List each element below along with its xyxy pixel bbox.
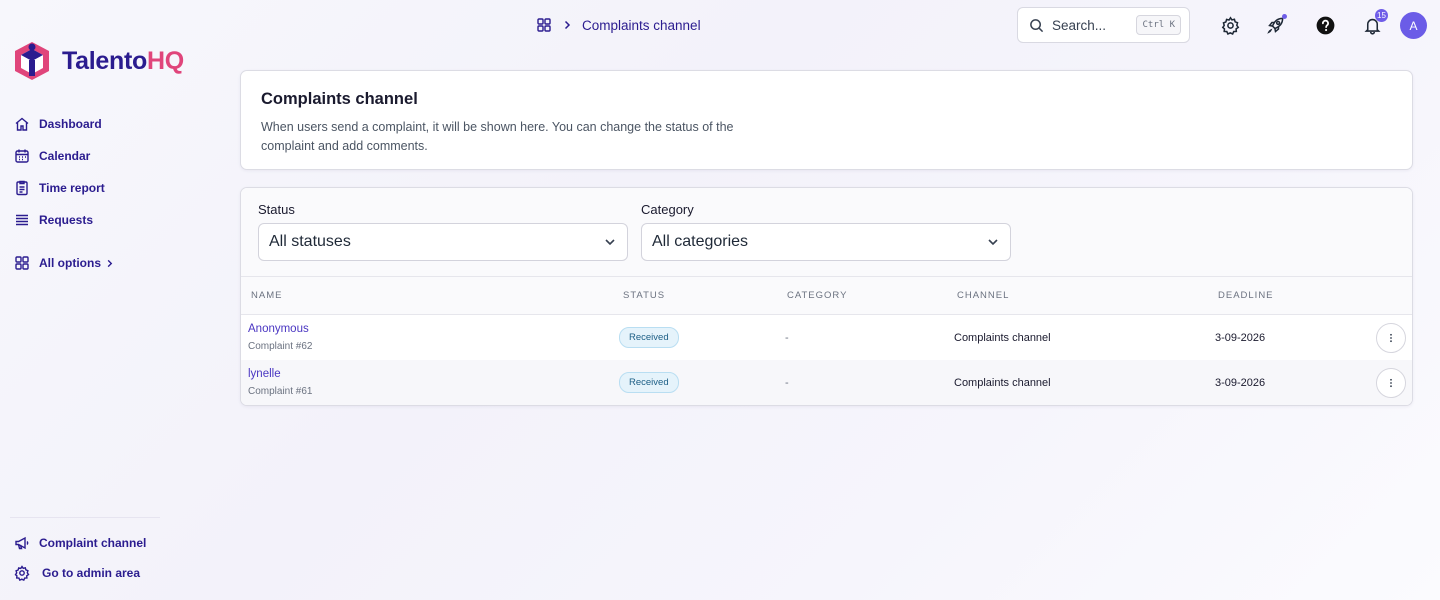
complaint-number: Complaint #61 — [248, 386, 313, 397]
category-select-value: All categories — [652, 233, 749, 250]
status-cell: Received — [619, 372, 679, 393]
sidebar-item-calendar[interactable]: Calendar — [14, 140, 214, 172]
column-header-status[interactable]: Status — [623, 290, 665, 301]
chevron-down-icon — [605, 239, 615, 246]
sidebar-item-dashboard[interactable]: Dashboard — [14, 108, 214, 140]
brand-name: TalentoHQ — [62, 46, 184, 75]
status-select[interactable]: All statuses — [258, 223, 628, 261]
gear-icon — [1221, 15, 1239, 35]
complaints-list-card: Status All statuses Category All categor… — [240, 187, 1413, 406]
page-header-card: Complaints channel When users send a com… — [240, 70, 1413, 170]
search-icon — [1030, 18, 1044, 32]
search-input[interactable]: Search... — [1052, 18, 1128, 33]
bottom-nav: Complaint channel Go to admin area — [14, 528, 214, 588]
gear-icon — [14, 565, 30, 581]
main-nav: Dashboard Calendar Time report Requests … — [14, 108, 214, 279]
megaphone-icon — [15, 536, 29, 550]
grid-icon[interactable] — [536, 17, 552, 33]
search-shortcut: Ctrl K — [1136, 15, 1181, 35]
status-filter-label: Status — [258, 202, 295, 217]
sidebar-item-label: Complaint channel — [39, 536, 147, 550]
channel-cell: Complaints channel — [954, 376, 1051, 389]
table-row[interactable]: Anonymous Complaint #62 Received - Compl… — [241, 315, 1412, 360]
calendar-icon — [15, 149, 29, 163]
sidebar: TalentoHQ Dashboard Calendar Time report… — [0, 0, 220, 600]
chevron-down-icon — [988, 239, 998, 246]
filters-bar: Status All statuses Category All categor… — [241, 188, 1412, 277]
home-icon — [15, 117, 29, 131]
complaint-name-cell: Anonymous Complaint #62 — [248, 323, 312, 352]
chevron-right-icon — [564, 20, 571, 30]
sidebar-item-admin-area[interactable]: Go to admin area — [14, 558, 214, 588]
grid-icon — [15, 256, 29, 270]
status-cell: Received — [619, 327, 679, 348]
table-header: Name Status Category Channel Deadline — [241, 277, 1412, 315]
sidebar-item-label: Time report — [39, 181, 105, 195]
column-header-name[interactable]: Name — [251, 290, 282, 301]
rocket-icon — [1266, 17, 1283, 34]
notifications-count: 15 — [1375, 9, 1388, 22]
list-icon — [16, 214, 28, 226]
help-icon — [1316, 16, 1334, 34]
sidebar-item-label: Dashboard — [39, 117, 102, 131]
clipboard-icon — [16, 180, 28, 196]
sidebar-item-requests[interactable]: Requests — [14, 204, 214, 236]
row-actions-button[interactable] — [1376, 322, 1406, 353]
chevron-right-icon — [107, 259, 113, 267]
complaint-author-link[interactable]: Anonymous — [248, 323, 312, 335]
status-badge: Received — [619, 327, 679, 348]
breadcrumb: Complaints channel — [536, 14, 701, 36]
row-actions-button[interactable] — [1376, 367, 1406, 398]
sidebar-divider — [10, 517, 160, 518]
search-box[interactable]: Search... Ctrl K — [1017, 7, 1190, 43]
sidebar-item-all-options[interactable]: All options — [14, 247, 214, 279]
new-indicator — [1282, 14, 1287, 19]
category-cell: - — [785, 376, 789, 389]
table-row[interactable]: lynelle Complaint #61 Received - Complai… — [241, 360, 1412, 405]
complaint-author-link[interactable]: lynelle — [248, 368, 312, 380]
more-vertical-icon — [1390, 378, 1392, 387]
complaint-name-cell: lynelle Complaint #61 — [248, 368, 312, 397]
more-vertical-icon — [1390, 333, 1392, 342]
page-description: When users send a complaint, it will be … — [261, 120, 734, 153]
notifications-button[interactable]: 15 — [1360, 9, 1388, 37]
cube-logo-icon — [15, 42, 49, 80]
category-filter-label: Category — [641, 202, 694, 217]
channel-cell: Complaints channel — [954, 331, 1051, 344]
help-button[interactable] — [1313, 13, 1337, 37]
deadline-cell: 3-09-2026 — [1215, 376, 1266, 389]
sidebar-item-label: Go to admin area — [42, 566, 141, 580]
category-select[interactable]: All categories — [641, 223, 1011, 261]
category-filter: Category All categories — [641, 202, 1011, 276]
user-avatar[interactable]: A — [1400, 12, 1427, 39]
brand-logo[interactable]: TalentoHQ — [12, 40, 184, 82]
whats-new-button[interactable] — [1263, 13, 1287, 37]
breadcrumb-current: Complaints channel — [582, 17, 701, 33]
status-select-value: All statuses — [269, 233, 351, 250]
sidebar-item-time-report[interactable]: Time report — [14, 172, 214, 204]
column-header-category[interactable]: Category — [787, 290, 847, 301]
sidebar-item-label: Requests — [39, 213, 94, 227]
deadline-cell: 3-09-2026 — [1215, 331, 1266, 344]
complaint-number: Complaint #62 — [248, 341, 313, 352]
settings-button[interactable] — [1218, 13, 1242, 37]
sidebar-item-label: All options — [39, 256, 101, 270]
sidebar-item-label: Calendar — [39, 149, 91, 163]
status-badge: Received — [619, 372, 679, 393]
category-cell: - — [785, 331, 789, 344]
status-filter: Status All statuses — [258, 202, 628, 276]
column-header-deadline[interactable]: Deadline — [1218, 290, 1274, 301]
page-title: Complaints channel — [261, 90, 418, 108]
sidebar-item-complaint-channel[interactable]: Complaint channel — [14, 528, 214, 558]
column-header-channel[interactable]: Channel — [957, 290, 1009, 301]
